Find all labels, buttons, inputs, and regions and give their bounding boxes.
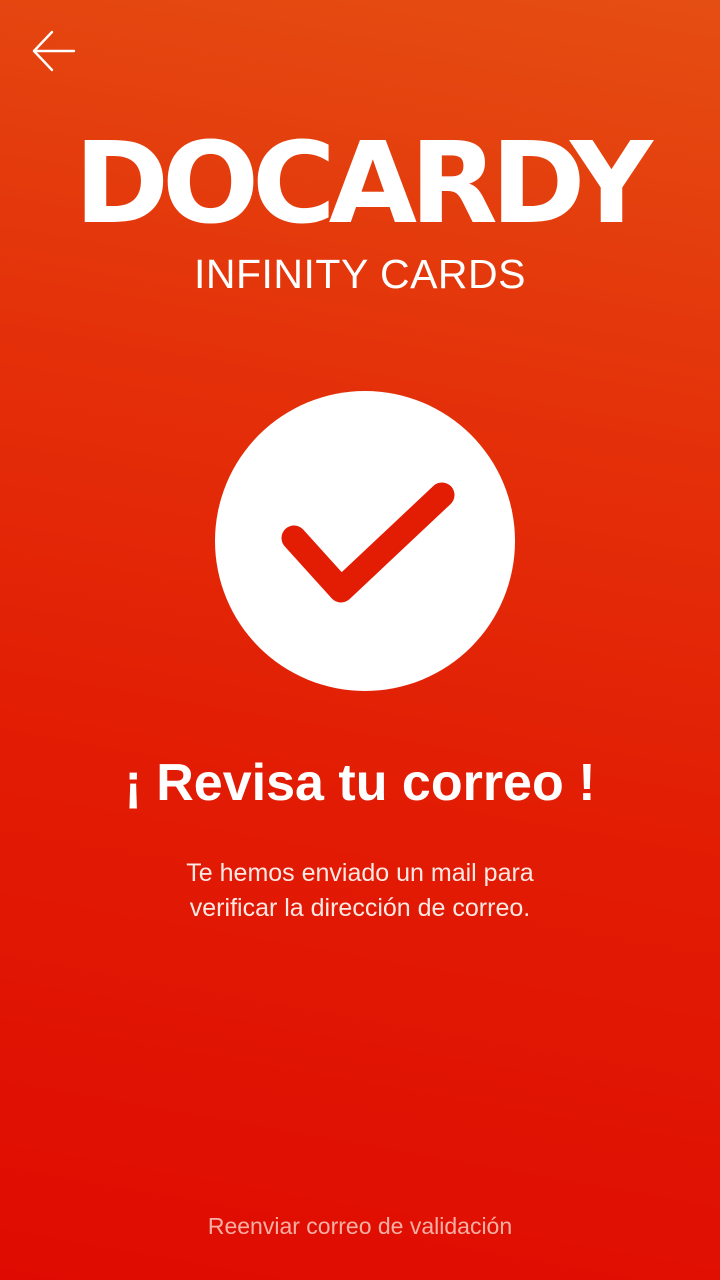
message-line-2: verificar la dirección de correo. bbox=[189, 894, 531, 922]
arrow-left-icon bbox=[28, 27, 78, 80]
message-line-1: Te hemos enviado un mail para bbox=[186, 859, 534, 887]
back-button[interactable] bbox=[26, 28, 80, 78]
page-title: ¡ Revisa tu correo ! bbox=[124, 754, 596, 812]
verification-message: Te hemos enviado un mail para verificar … bbox=[110, 856, 610, 926]
brand-tagline: INFINITY CARDS bbox=[194, 251, 526, 297]
success-badge bbox=[215, 391, 515, 691]
brand-name: DOCARDY bbox=[74, 119, 653, 249]
resend-validation-link[interactable]: Reenviar correo de validación bbox=[0, 1210, 720, 1242]
brand-logo: DOCARDY INFINITY CARDS bbox=[0, 128, 720, 298]
checkmark-icon bbox=[281, 482, 455, 603]
